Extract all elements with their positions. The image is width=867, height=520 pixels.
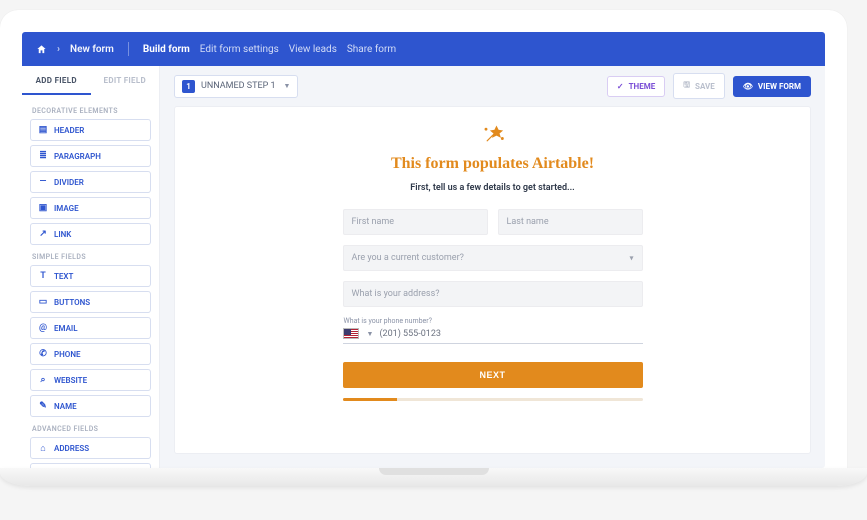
phone-input[interactable]: (201) 555-0123 bbox=[379, 329, 642, 339]
field-label: IMAGE bbox=[54, 204, 79, 213]
group-advanced-heading: ADVANCED FIELDS bbox=[32, 425, 149, 433]
field-label: ADDRESS bbox=[54, 444, 89, 453]
field-link[interactable]: ↗ LINK bbox=[30, 223, 151, 245]
main-area: 1 UNNAMED STEP 1 ▼ ✓ THEME 🖫 SAVE 👁 bbox=[160, 66, 825, 468]
chevron-right-icon: › bbox=[57, 44, 60, 55]
website-icon: ⌕ bbox=[38, 375, 48, 385]
tab-add-field[interactable]: ADD FIELD bbox=[22, 66, 91, 95]
group-simple-heading: SIMPLE FIELDS bbox=[32, 253, 149, 261]
email-icon: @ bbox=[38, 323, 48, 333]
next-button[interactable]: NEXT bbox=[343, 362, 643, 388]
text-icon: T bbox=[38, 271, 48, 281]
step-selector[interactable]: 1 UNNAMED STEP 1 ▼ bbox=[174, 75, 298, 98]
phone-label: What is your phone number? bbox=[344, 317, 643, 325]
nav-share-form[interactable]: Share form bbox=[347, 44, 396, 55]
buttons-icon: ▭ bbox=[38, 297, 48, 307]
form-title: This form populates Airtable! bbox=[343, 155, 643, 173]
field-buttons[interactable]: ▭ BUTTONS bbox=[30, 291, 151, 313]
chevron-down-icon: ▼ bbox=[367, 330, 374, 338]
form-subtitle: First, tell us a few details to get star… bbox=[343, 183, 643, 193]
last-name-input[interactable]: Last name bbox=[498, 209, 643, 235]
field-label: LINK bbox=[54, 230, 71, 239]
chevron-down-icon: ▼ bbox=[284, 82, 291, 90]
eye-icon: 👁 bbox=[743, 82, 753, 91]
builder-toolbar: 1 UNNAMED STEP 1 ▼ ✓ THEME 🖫 SAVE 👁 bbox=[160, 66, 825, 106]
field-label: TEXT bbox=[54, 272, 73, 281]
theme-icon: ✓ bbox=[617, 82, 624, 91]
phone-field[interactable]: ▼ (201) 555-0123 bbox=[343, 328, 643, 344]
field-label: BUTTONS bbox=[54, 298, 90, 307]
field-label: PARAGRAPH bbox=[54, 152, 101, 161]
wand-icon bbox=[479, 121, 507, 149]
view-form-button[interactable]: 👁 VIEW FORM bbox=[733, 76, 811, 97]
step-number-badge: 1 bbox=[182, 80, 195, 93]
field-paragraph[interactable]: ≣ PARAGRAPH bbox=[30, 145, 151, 167]
tab-edit-field[interactable]: EDIT FIELD bbox=[91, 66, 160, 95]
group-decorative-heading: DECORATIVE ELEMENTS bbox=[32, 107, 149, 115]
save-button[interactable]: 🖫 SAVE bbox=[673, 73, 725, 99]
progress-fill bbox=[343, 398, 397, 401]
field-divider[interactable]: — DIVIDER bbox=[30, 171, 151, 193]
save-label: SAVE bbox=[695, 82, 715, 91]
customer-select[interactable]: Are you a current customer? bbox=[343, 245, 643, 271]
field-phone[interactable]: ✆ PHONE bbox=[30, 343, 151, 365]
theme-button[interactable]: ✓ THEME bbox=[607, 76, 665, 97]
us-flag-icon[interactable] bbox=[343, 328, 359, 339]
link-icon: ↗ bbox=[38, 229, 48, 239]
progress-bar bbox=[343, 398, 643, 401]
field-name[interactable]: ✎ NAME bbox=[30, 395, 151, 417]
field-label: WEBSITE bbox=[54, 376, 87, 385]
field-address[interactable]: ⌂ ADDRESS bbox=[30, 437, 151, 459]
nav-view-leads[interactable]: View leads bbox=[289, 44, 337, 55]
header-icon: ▤ bbox=[38, 125, 48, 135]
first-name-input[interactable]: First name bbox=[343, 209, 488, 235]
field-label: HEADER bbox=[54, 126, 84, 135]
field-header[interactable]: ▤ HEADER bbox=[30, 119, 151, 141]
address-icon: ⌂ bbox=[38, 443, 48, 453]
image-icon: ▣ bbox=[38, 203, 48, 213]
divider-icon: — bbox=[38, 177, 48, 187]
field-image[interactable]: ▣ IMAGE bbox=[30, 197, 151, 219]
name-icon: ✎ bbox=[38, 401, 48, 411]
separator bbox=[128, 42, 129, 56]
field-text[interactable]: T TEXT bbox=[30, 265, 151, 287]
breadcrumb-current: New form bbox=[70, 44, 114, 55]
field-label: EMAIL bbox=[54, 324, 78, 333]
field-label: PHONE bbox=[54, 350, 80, 359]
address-input[interactable]: What is your address? bbox=[343, 281, 643, 307]
step-label: UNNAMED STEP 1 bbox=[201, 81, 276, 91]
field-website[interactable]: ⌕ WEBSITE bbox=[30, 369, 151, 391]
phone-icon: ✆ bbox=[38, 349, 48, 359]
save-icon: 🖫 bbox=[683, 79, 690, 93]
nav-build-form[interactable]: Build form bbox=[143, 44, 190, 55]
top-nav: › New form Build form Edit form settings… bbox=[22, 32, 825, 66]
nav-edit-settings[interactable]: Edit form settings bbox=[200, 44, 279, 55]
theme-label: THEME bbox=[629, 82, 656, 91]
field-label: NAME bbox=[54, 402, 77, 411]
home-icon[interactable] bbox=[36, 44, 47, 55]
paragraph-icon: ≣ bbox=[38, 151, 48, 161]
view-label: VIEW FORM bbox=[758, 82, 801, 91]
form-canvas: This form populates Airtable! First, tel… bbox=[174, 106, 811, 454]
field-sidebar: ADD FIELD EDIT FIELD DECORATIVE ELEMENTS… bbox=[22, 66, 160, 468]
field-label: DIVIDER bbox=[54, 178, 84, 187]
field-email[interactable]: @ EMAIL bbox=[30, 317, 151, 339]
